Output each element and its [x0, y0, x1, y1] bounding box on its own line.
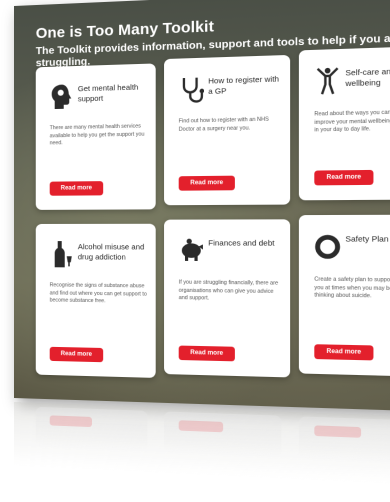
reflection-button	[314, 425, 362, 438]
card-title: Self-care and wellbeing	[345, 66, 390, 88]
card-title: Get mental health support	[77, 82, 139, 104]
head-icon	[50, 82, 74, 111]
card-title: How to register with a GP	[208, 74, 280, 96]
card-self-care[interactable]: Self-care and wellbeing Read about the w…	[298, 46, 390, 201]
read-more-button[interactable]: Read more	[49, 346, 104, 363]
reflection-card	[164, 411, 282, 458]
reflection-card	[35, 406, 148, 452]
stethoscope-icon	[179, 74, 204, 104]
card-description: Read about the ways you can improve your…	[314, 109, 390, 134]
read-more-button[interactable]: Read more	[178, 345, 235, 362]
piggy-bank-icon	[179, 236, 204, 265]
card-description: Find out how to register with an NHS Doc…	[178, 116, 269, 133]
card-description: Recognise the signs of substance abuse a…	[49, 282, 147, 305]
reflection-button	[178, 420, 224, 433]
card-title: Alcohol misuse and drug addiction	[77, 242, 145, 262]
card-safety-plan[interactable]: Safety Plan Create a safety plan to supp…	[298, 214, 390, 377]
toolkit-panel: One is Too Many Toolkit The Toolkit prov…	[14, 0, 390, 411]
reflection-button	[49, 415, 92, 428]
reflection-card	[298, 416, 390, 464]
card-title: Safety Plan	[345, 234, 389, 244]
person-stretch-icon	[314, 66, 341, 96]
reflection	[14, 402, 390, 502]
card-alcohol-drugs[interactable]: Alcohol misuse and drug addiction Recogn…	[35, 223, 156, 378]
card-mental-health-support[interactable]: Get mental health support There are many…	[35, 63, 156, 210]
lifebuoy-icon	[314, 232, 341, 262]
card-description: Create a safety plan to support you at t…	[314, 276, 390, 300]
card-description: If you are struggling financially, there…	[178, 279, 279, 302]
card-finances-debt[interactable]: Finances and debt If you are struggling …	[164, 219, 291, 378]
card-description: There are many mental health services av…	[49, 123, 145, 147]
read-more-button[interactable]: Read more	[49, 181, 104, 196]
read-more-button[interactable]: Read more	[314, 169, 374, 186]
card-register-gp[interactable]: How to register with a GP Find out how t…	[164, 54, 291, 206]
read-more-button[interactable]: Read more	[178, 175, 235, 191]
bottle-icon	[50, 240, 74, 268]
card-title: Finances and debt	[208, 238, 275, 248]
read-more-button[interactable]: Read more	[314, 344, 374, 361]
